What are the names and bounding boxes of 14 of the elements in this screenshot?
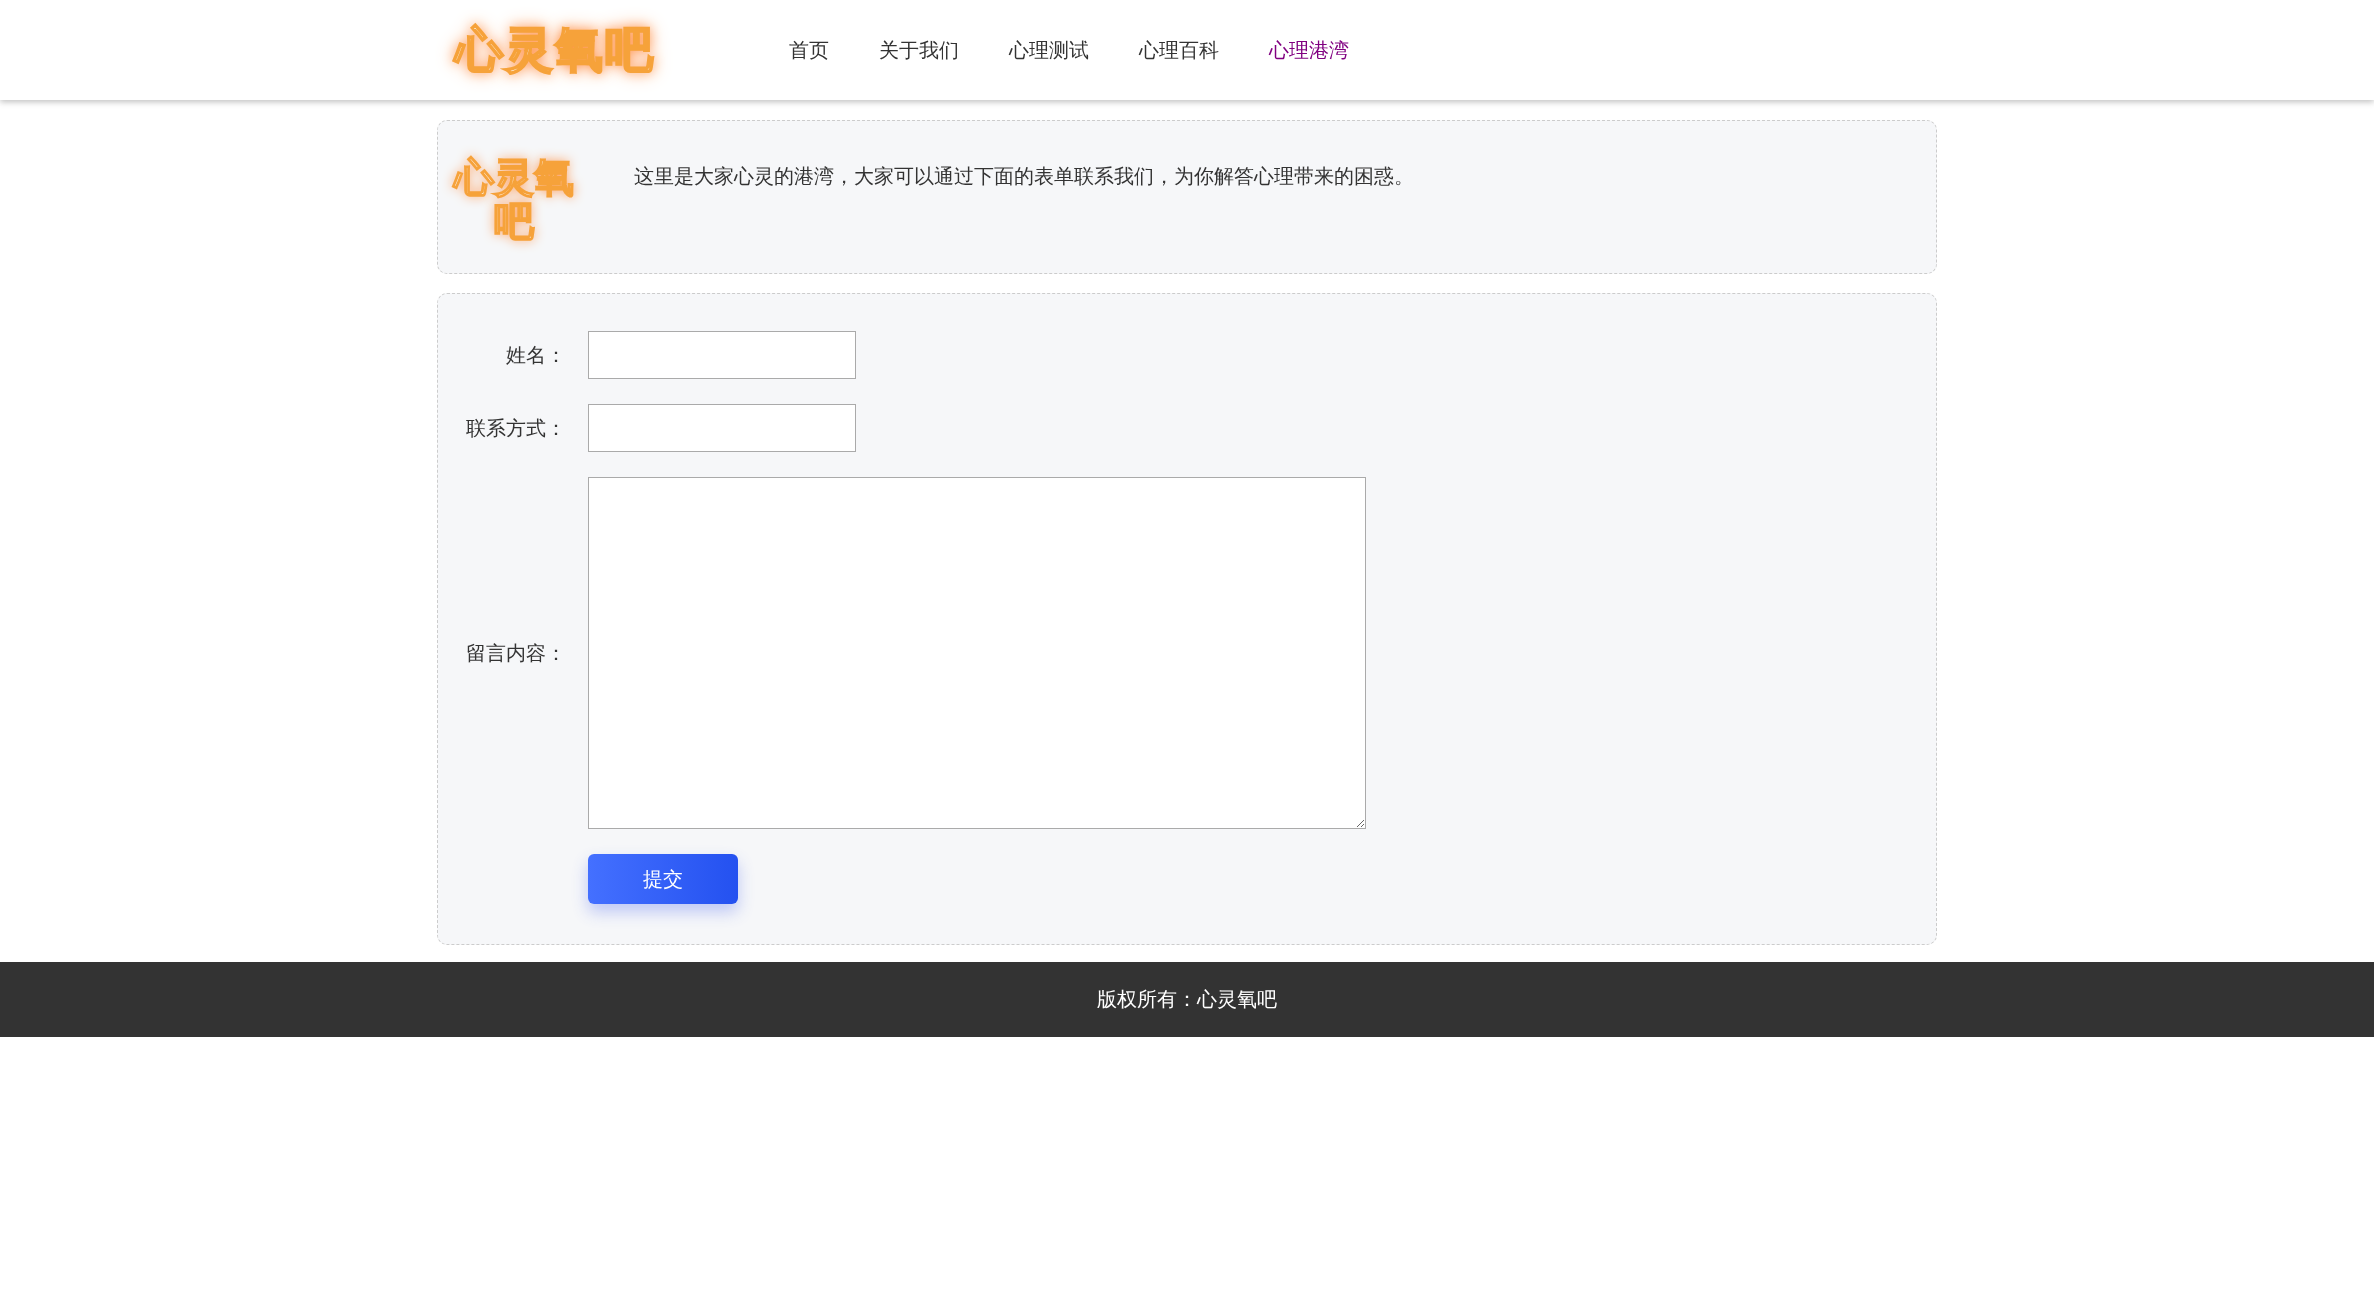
nav-link[interactable]: 心理测试 xyxy=(1009,36,1089,64)
logo-image: 心灵氧吧 xyxy=(454,152,574,246)
nav-link[interactable]: 心理百科 xyxy=(1139,36,1219,64)
field-label: 姓名： xyxy=(505,341,566,369)
input-field[interactable] xyxy=(588,331,856,379)
copyright-text: 版权所有：心灵氧吧 xyxy=(1097,986,1277,1013)
submit-button[interactable]: 提交 xyxy=(588,854,738,904)
nav-link[interactable]: 心理港湾 xyxy=(1269,36,1349,64)
input-field[interactable] xyxy=(588,404,856,452)
intro-text: 这里是大家心灵的港湾，大家可以通过下面的表单联系我们，为你解答心理带来的困惑。 xyxy=(634,163,1414,190)
nav-link[interactable]: 首页 xyxy=(789,36,829,64)
field-label: 留言内容： xyxy=(465,639,566,667)
nav-link[interactable]: 关于我们 xyxy=(879,36,959,64)
field-label: 联系方式： xyxy=(465,414,566,442)
